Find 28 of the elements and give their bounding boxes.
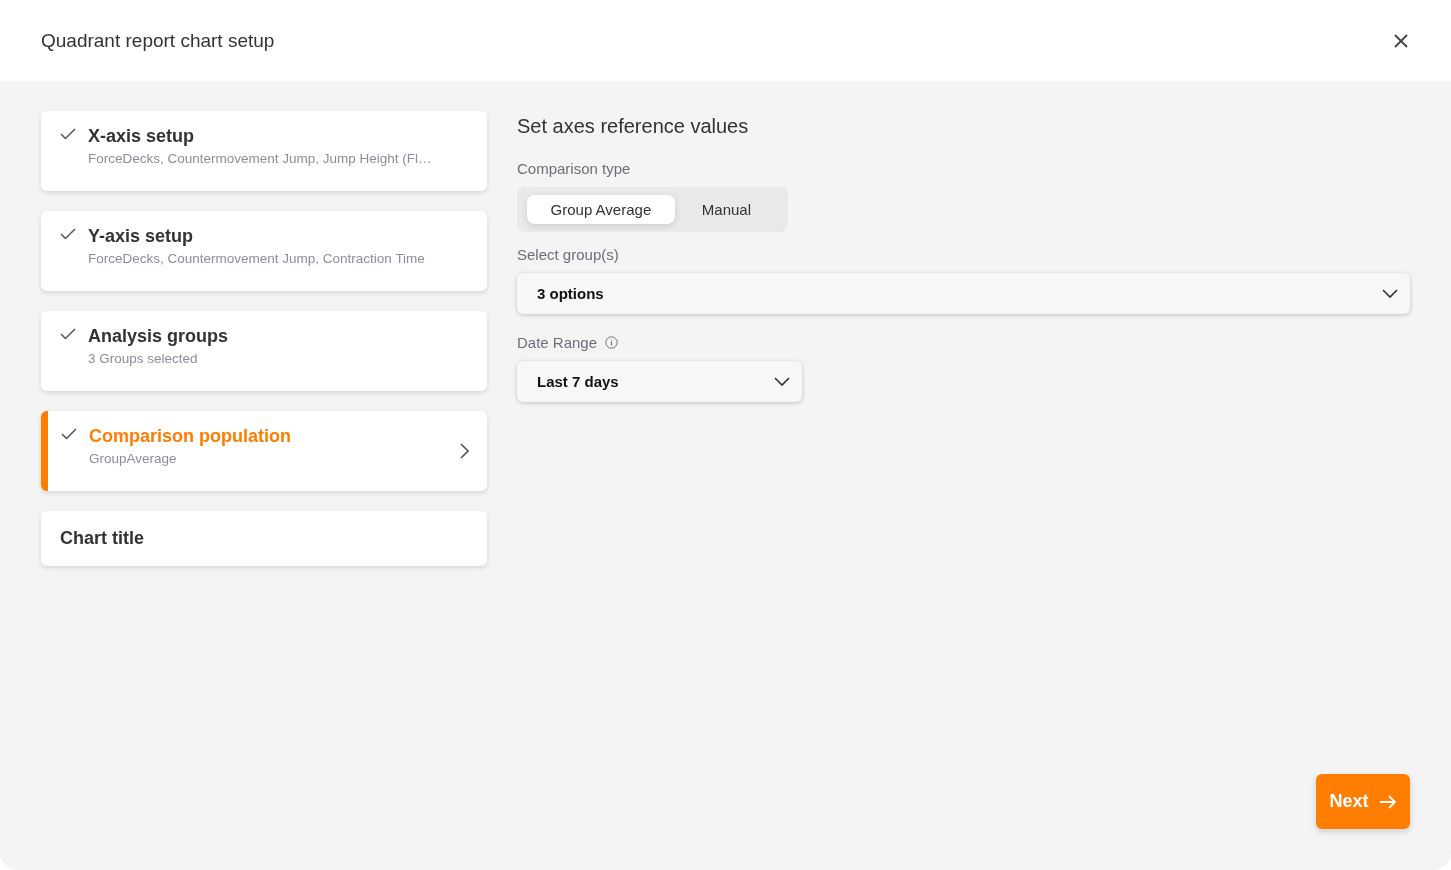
step-title: Analysis groups bbox=[88, 326, 230, 347]
close-icon bbox=[1393, 32, 1409, 49]
caret-icon bbox=[774, 376, 790, 387]
chevron-right-icon bbox=[460, 443, 469, 459]
step-card[interactable]: Analysis groups 3 Groups selected bbox=[41, 311, 487, 391]
step-card[interactable]: X-axis setup ForceDecks, Countermovement Jump, Jump Height (Fl… bbox=[41, 111, 487, 191]
step-card[interactable]: Chart title bbox=[41, 511, 487, 566]
step-title: Comparison population bbox=[89, 426, 292, 447]
step-summary: GroupAverage bbox=[89, 451, 178, 466]
segment-option[interactable]: Group Average bbox=[527, 195, 675, 224]
field-label: Select group(s) bbox=[517, 246, 619, 263]
field-label: Date Range bbox=[517, 334, 598, 351]
step-summary: ForceDecks, Countermovement Jump, Jump Height (Fl… bbox=[88, 151, 433, 166]
info-icon[interactable] bbox=[605, 336, 619, 349]
dialog-title: Quadrant report chart setup bbox=[41, 29, 275, 52]
step-title: Y-axis setup bbox=[88, 226, 195, 247]
date-range-select[interactable]: Last 7 days bbox=[517, 361, 802, 402]
arrow-right-icon bbox=[1378, 793, 1397, 810]
step-summary: 3 Groups selected bbox=[88, 351, 199, 366]
step-summary: ForceDecks, Countermovement Jump, Contraction Time bbox=[88, 251, 426, 266]
section-heading: Set axes reference values bbox=[517, 115, 750, 138]
caret-icon bbox=[1382, 288, 1398, 299]
step-title: X-axis setup bbox=[88, 126, 196, 147]
segment-option[interactable]: Manual bbox=[674, 195, 778, 224]
step-title: Chart title bbox=[60, 528, 145, 549]
step-card[interactable]: Y-axis setup ForceDecks, Countermovement Jump, Contraction Time bbox=[41, 211, 487, 291]
group-select[interactable]: 3 options bbox=[517, 273, 1410, 314]
field-label: Comparison type bbox=[517, 160, 631, 177]
